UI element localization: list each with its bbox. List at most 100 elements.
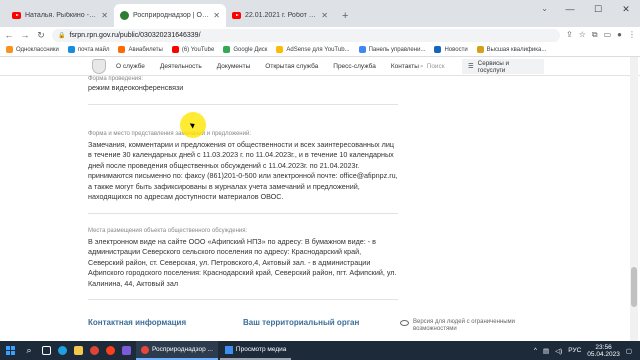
taskbar-app-media[interactable]: Просмотр медиа xyxy=(219,341,292,360)
drive-icon xyxy=(223,46,231,53)
tab-strip: Наталья. Рыбкино - YouTube ✕ Росприродна… xyxy=(0,0,640,27)
tab-title: Наталья. Рыбкино - YouTube xyxy=(25,12,97,19)
profile-icon[interactable]: ● xyxy=(617,30,622,40)
section-text: В электронном виде на сайте ООО «Афипски… xyxy=(88,236,397,288)
nav-item-open-service[interactable]: Открытая служба xyxy=(265,63,318,70)
app-icon[interactable] xyxy=(118,341,134,360)
section-label: Форма и место представления замечаний и … xyxy=(88,130,251,137)
bookmark-news[interactable]: Новости xyxy=(434,46,468,53)
media-icon xyxy=(224,345,233,354)
share-icon[interactable]: ⇪ xyxy=(566,30,573,40)
close-icon[interactable]: ✕ xyxy=(213,11,220,20)
address-bar[interactable]: 🔒 fsrpn.rpn.gov.ru/public/03032023164633… xyxy=(52,28,560,42)
section-label: Форма проведения: xyxy=(88,76,144,82)
browser-toolbar: ← → ↻ 🔒 fsrpn.rpn.gov.ru/public/03032023… xyxy=(0,27,640,43)
section-text: режим видеоконференсвязи xyxy=(88,83,184,92)
news-icon xyxy=(434,46,442,53)
site-header: О службе Деятельность Документы Открытая… xyxy=(0,57,640,76)
emblem-logo[interactable] xyxy=(92,59,106,74)
nav-item-contacts[interactable]: Контакты xyxy=(391,63,419,70)
tab-search-icon[interactable]: ⌄ xyxy=(541,4,548,13)
youtube-icon xyxy=(12,12,21,19)
extensions-icon[interactable]: ⧉ xyxy=(592,30,598,40)
explorer-icon[interactable] xyxy=(70,341,86,360)
section-format: Форма проведения: режим видеоконференсвя… xyxy=(88,76,398,105)
clock-date: 05.04.2023 xyxy=(587,350,620,358)
bookmark-youtube[interactable]: (6) YouTube xyxy=(171,46,214,53)
section-label: Места размещения объекта общественного о… xyxy=(88,227,248,234)
scrollbar[interactable] xyxy=(630,57,638,341)
nav-item-about[interactable]: О службе xyxy=(116,63,145,70)
star-icon[interactable]: ☆ xyxy=(579,30,586,40)
bookmark-aviabilety[interactable]: Авиабилеты xyxy=(118,46,163,53)
youtube-icon xyxy=(232,12,241,19)
services-label: Сервисы и госуслуги xyxy=(477,59,510,74)
adsense-icon xyxy=(276,46,284,53)
clock[interactable]: 23:56 05.04.2023 xyxy=(587,344,620,358)
services-button[interactable]: ☰ Сервисы и госуслуги xyxy=(462,59,544,74)
eye-icon xyxy=(400,320,409,326)
rpn-icon xyxy=(120,11,129,20)
bookmark-icon xyxy=(67,46,75,53)
footer-contact-link[interactable]: Контактная информация xyxy=(88,318,186,327)
yandex-icon[interactable] xyxy=(102,341,118,360)
new-tab-button[interactable]: + xyxy=(334,10,356,27)
taskbar-app-label: Росприроднадзор ... xyxy=(152,346,213,353)
windows-icon xyxy=(5,346,15,355)
nav-item-activity[interactable]: Деятельность xyxy=(160,63,202,70)
youtube-icon xyxy=(171,46,179,53)
tab-title: 22.01.2021 г. Робот от Афипск... xyxy=(245,12,317,19)
taskbar-app-label: Просмотр медиа xyxy=(235,346,287,353)
minimize-button[interactable]: — xyxy=(556,0,584,18)
notifications-icon[interactable]: ▢ xyxy=(626,347,632,355)
section-text: Замечания, комментарии и предложения от … xyxy=(88,139,398,202)
maximize-button[interactable]: ☐ xyxy=(584,0,612,18)
network-icon[interactable]: ▤ xyxy=(543,347,549,355)
start-button[interactable] xyxy=(0,341,20,360)
system-tray: ^ ▤ ◁) РУС 23:56 05.04.2023 ▢ xyxy=(534,344,640,358)
toolbar-icons: ⇪ ☆ ⧉ ▭ ● ⋮ xyxy=(566,30,636,40)
chrome-icon[interactable] xyxy=(86,341,102,360)
tab-youtube-2[interactable]: 22.01.2021 г. Робот от Афипск... ✕ xyxy=(226,4,334,27)
forward-icon[interactable]: → xyxy=(20,30,30,40)
bookmark-icon xyxy=(476,46,484,53)
close-icon[interactable]: ✕ xyxy=(321,11,328,20)
site-nav: О службе Деятельность Документы Открытая… xyxy=(116,57,419,76)
site-search[interactable]: ⌕ Поиск xyxy=(420,60,458,73)
taskbar: ⌕ Росприроднадзор ... Просмотр медиа ^ ▤… xyxy=(0,341,640,360)
lock-icon[interactable]: 🔒 xyxy=(58,32,65,39)
bookmark-adsense[interactable]: AdSense для YouTub... xyxy=(276,46,350,53)
section-remarks: Форма и место представления замечаний и … xyxy=(88,131,398,214)
close-icon[interactable]: ✕ xyxy=(101,11,108,20)
chevron-up-icon[interactable]: ^ xyxy=(534,347,537,354)
bookmark-qualification[interactable]: Высшая квалифика... xyxy=(476,46,546,53)
tab-youtube-1[interactable]: Наталья. Рыбкино - YouTube ✕ xyxy=(6,4,114,27)
scrollbar-thumb[interactable] xyxy=(631,267,637,307)
bookmark-odnoklassniki[interactable]: Одноклассники xyxy=(6,46,59,53)
bookmark-panel[interactable]: Панель управлени... xyxy=(358,46,425,53)
bookmark-google-drive[interactable]: Google Диск xyxy=(223,46,267,53)
bookmarks-bar: Одноклассники почта майл Авиабилеты (6) … xyxy=(0,43,640,57)
main-content: Форма проведения: режим видеоконференсвя… xyxy=(88,76,398,310)
back-icon[interactable]: ← xyxy=(4,30,14,40)
search-placeholder: Поиск xyxy=(426,63,445,70)
nav-item-documents[interactable]: Документы xyxy=(217,63,251,70)
close-window-button[interactable]: ✕ xyxy=(612,0,640,18)
nav-item-press[interactable]: Пресс-служба xyxy=(333,63,376,70)
accessibility-link[interactable]: Версия для людей с ограниченными возможн… xyxy=(400,319,523,333)
reload-icon[interactable]: ↻ xyxy=(36,30,46,41)
edge-icon[interactable] xyxy=(54,341,70,360)
bookmark-icon xyxy=(358,46,366,53)
taskbar-app-chrome[interactable]: Росприроднадзор ... xyxy=(136,341,218,360)
footer-territorial-link[interactable]: Ваш территориальный орган xyxy=(243,318,359,327)
volume-icon[interactable]: ◁) xyxy=(555,347,562,355)
taskview-icon[interactable] xyxy=(38,341,54,360)
bookmark-mail[interactable]: почта майл xyxy=(67,46,109,53)
menu-icon[interactable]: ⋮ xyxy=(628,30,636,40)
search-icon[interactable]: ⌕ xyxy=(20,345,38,356)
tab-rpn[interactable]: Росприроднадзор | Обществе... ✕ xyxy=(114,4,226,27)
sidebar-icon[interactable]: ▭ xyxy=(604,30,612,40)
window-controls: — ☐ ✕ xyxy=(556,0,640,18)
language-indicator[interactable]: РУС xyxy=(568,347,581,354)
chrome-icon xyxy=(141,345,149,354)
